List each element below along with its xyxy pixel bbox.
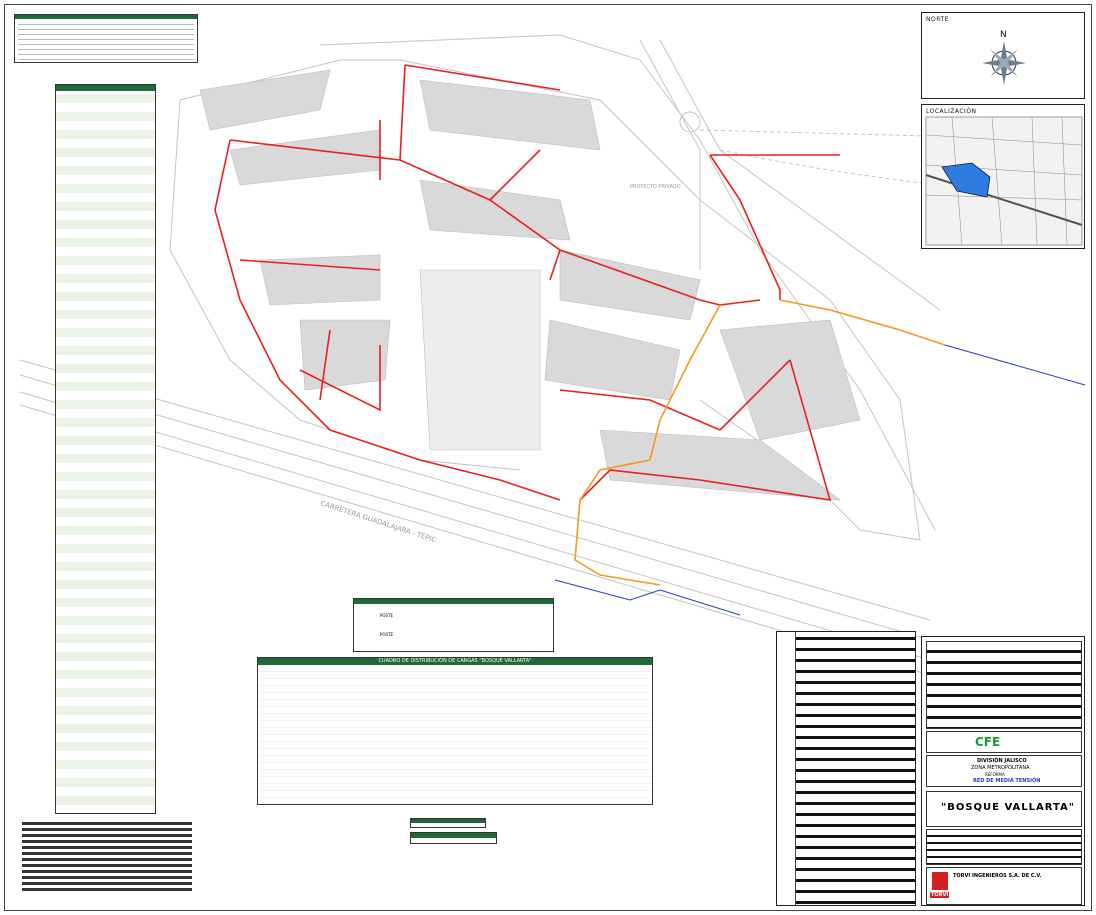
- symbols-legend: [776, 631, 916, 906]
- notes-block: [22, 822, 192, 894]
- title-block: CFE DIVISIÓN JALISCO ZONA METROPOLITANA …: [921, 636, 1085, 906]
- subzone-label: REFORMA: [985, 772, 1005, 777]
- division-label: DIVISIÓN JALISCO: [977, 758, 1027, 764]
- loads-table-title: CUADRO DE DISTRIBUCIÓN DE CARGAS "BOSQUE…: [258, 658, 652, 665]
- contractor-name: TORVI INGENIEROS S.A. DE C.V.: [953, 873, 1042, 879]
- area-label: PROYECTO PRIVADO: [630, 184, 681, 190]
- location-map: [925, 116, 1083, 246]
- north-panel: NORTE N: [921, 12, 1085, 99]
- substation-note-1: [529, 607, 551, 625]
- substation-table: POSTE POSTE: [353, 598, 554, 652]
- compass-letter: N: [1000, 30, 1007, 40]
- road-label: CARRETERA GUADALAJARA - TEPIC: [319, 499, 437, 544]
- location-panel: LOCALIZACIÓN: [921, 104, 1085, 249]
- loads-table: CUADRO DE DISTRIBUCIÓN DE CARGAS "BOSQUE…: [257, 657, 653, 805]
- network-label: RED DE MEDIA TENSIÓN: [973, 778, 1041, 784]
- zone-label: ZONA METROPOLITANA: [971, 765, 1030, 771]
- substation-row-1: POSTE: [380, 613, 394, 618]
- torvi-logo: TORVI: [930, 892, 950, 898]
- poles-table: [55, 84, 156, 814]
- summary-table-1: [410, 818, 486, 828]
- project-name: "BOSQUE VALLARTA": [941, 802, 1075, 813]
- compass-rose: N: [982, 30, 1026, 85]
- substation-row-2: POSTE: [380, 632, 394, 637]
- summary-table-2: [410, 832, 497, 844]
- cfe-logo: CFE: [975, 735, 1001, 749]
- legend-table-top: [14, 14, 198, 63]
- lot-blocks: [199, 69, 861, 501]
